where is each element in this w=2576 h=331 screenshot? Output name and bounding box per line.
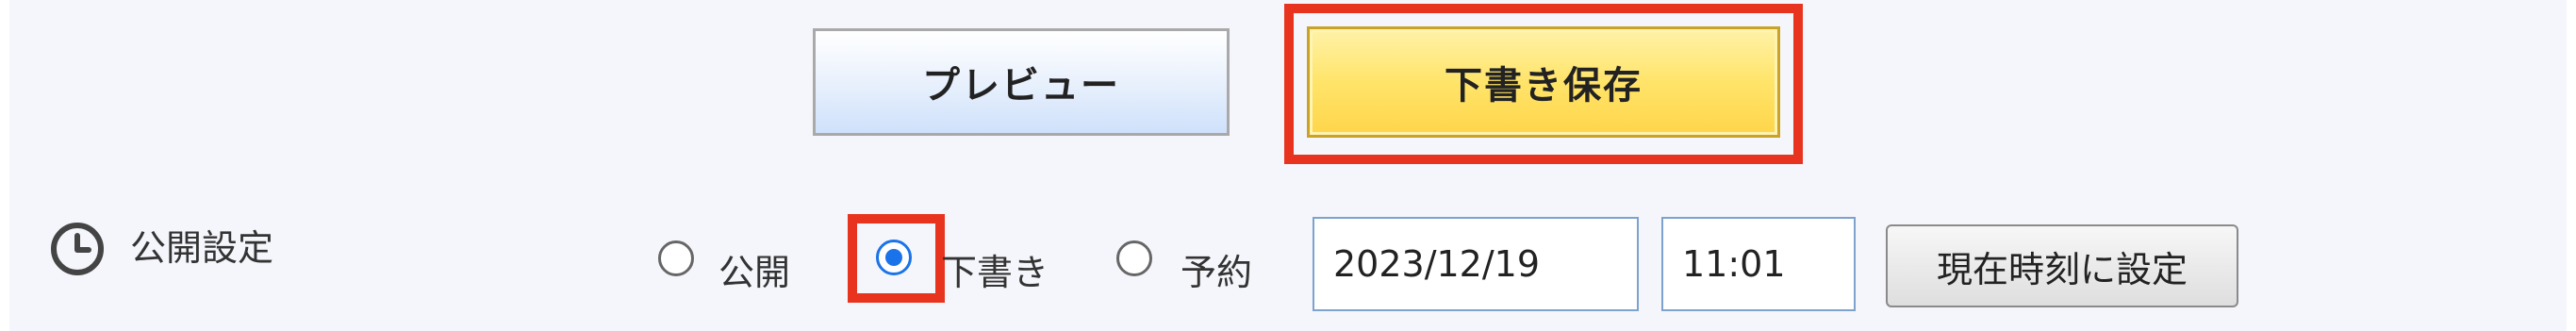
time-input[interactable]: 11:01	[1661, 217, 1856, 311]
clock-icon	[51, 223, 104, 275]
save-draft-button[interactable]: 下書き保存	[1307, 26, 1780, 138]
set-current-time-button[interactable]: 現在時刻に設定	[1886, 224, 2238, 307]
radio-publish-label: 公開	[718, 252, 791, 293]
radio-schedule-label: 予約	[1181, 252, 1253, 293]
radio-publish[interactable]	[658, 240, 694, 276]
publish-setting-label: 公開設定	[130, 227, 274, 269]
radio-draft[interactable]	[876, 240, 912, 275]
radio-draft-label: 下書き	[941, 252, 1049, 293]
publish-panel: プレビュー 下書き保存 公開設定 公開 下書き 予約 2023/12/19 11…	[9, 0, 2567, 331]
date-input[interactable]: 2023/12/19	[1313, 217, 1639, 311]
preview-button[interactable]: プレビュー	[813, 28, 1230, 136]
radio-schedule[interactable]	[1116, 240, 1152, 276]
